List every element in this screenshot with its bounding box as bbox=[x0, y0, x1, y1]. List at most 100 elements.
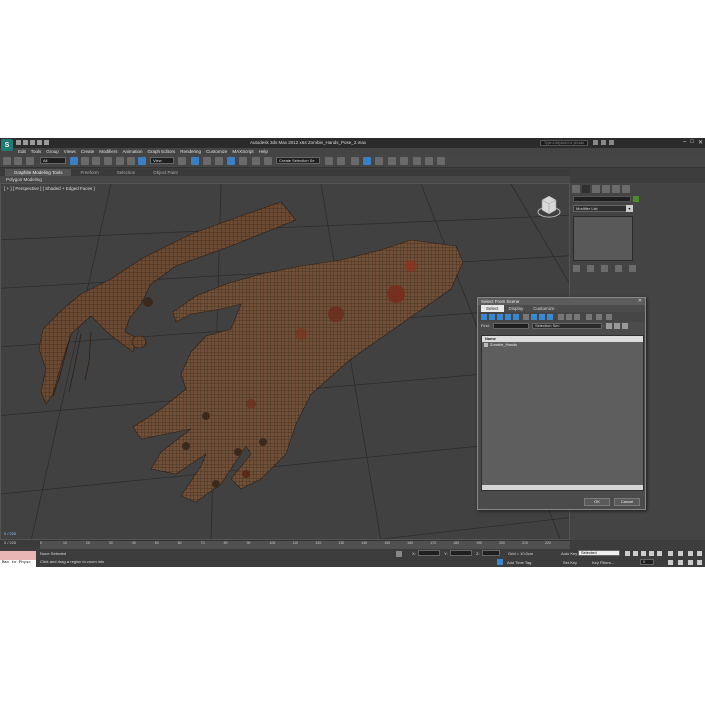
filter-cameras-icon[interactable] bbox=[505, 314, 511, 320]
maximize-button[interactable]: □ bbox=[690, 139, 694, 146]
field-of-view-icon[interactable] bbox=[668, 560, 673, 565]
y-coordinate-field[interactable] bbox=[450, 550, 472, 556]
viewcube-icon[interactable] bbox=[537, 195, 561, 218]
tab-freeform[interactable]: Freeform bbox=[71, 169, 107, 176]
select-by-name-icon[interactable] bbox=[81, 157, 89, 165]
list-item[interactable]: Zombie_Hands bbox=[482, 342, 643, 348]
cancel-button[interactable]: Cancel bbox=[614, 498, 640, 506]
graphite-toggle-icon[interactable] bbox=[363, 157, 371, 165]
snap-icon[interactable] bbox=[203, 157, 211, 165]
find-input[interactable] bbox=[493, 323, 529, 329]
tab-object-paint[interactable]: Object Paint bbox=[144, 169, 187, 176]
filter-shapes-icon[interactable] bbox=[489, 314, 495, 320]
pencil-icon[interactable] bbox=[264, 157, 272, 165]
modifier-stack[interactable] bbox=[573, 216, 633, 261]
ok-button[interactable]: OK bbox=[584, 498, 610, 506]
zoom-extents-icon[interactable] bbox=[688, 551, 693, 556]
object-list[interactable]: Name Zombie_Hands bbox=[481, 335, 644, 491]
utilities-tab-icon[interactable] bbox=[622, 185, 630, 193]
render-icon[interactable] bbox=[437, 157, 445, 165]
next-frame-icon[interactable] bbox=[649, 551, 654, 556]
curve-editor-icon[interactable] bbox=[375, 157, 383, 165]
zoom-icon[interactable] bbox=[668, 551, 673, 556]
render-setup-icon[interactable] bbox=[413, 157, 421, 165]
go-to-start-icon[interactable] bbox=[625, 551, 630, 556]
filter-xrefs-icon[interactable] bbox=[539, 314, 545, 320]
display-tab-icon[interactable] bbox=[612, 185, 620, 193]
selection-set-select[interactable]: Selection Set: bbox=[532, 323, 602, 329]
display-all-icon[interactable] bbox=[558, 314, 564, 320]
time-tag-icon[interactable] bbox=[497, 559, 503, 565]
redo-icon[interactable] bbox=[44, 140, 49, 145]
layer-manager-icon[interactable] bbox=[351, 157, 359, 165]
zoom-all-icon[interactable] bbox=[678, 551, 683, 556]
menu-tools[interactable]: Tools bbox=[31, 149, 42, 154]
close-button[interactable]: ✕ bbox=[698, 139, 703, 146]
motion-tab-icon[interactable] bbox=[602, 185, 610, 193]
previous-frame-icon[interactable] bbox=[633, 551, 638, 556]
app-logo[interactable]: S bbox=[1, 139, 13, 151]
schematic-view-icon[interactable] bbox=[388, 157, 396, 165]
scale-icon[interactable] bbox=[138, 157, 146, 165]
remove-modifier-icon[interactable] bbox=[615, 265, 622, 272]
chevron-down-icon[interactable]: ▾ bbox=[626, 205, 633, 212]
show-end-result-icon[interactable] bbox=[587, 265, 594, 272]
star-icon[interactable] bbox=[601, 140, 606, 145]
current-frame-field[interactable]: 0 bbox=[640, 559, 654, 565]
tab-graphite-modeling[interactable]: Graphite Modeling Tools bbox=[5, 169, 72, 176]
orbit-icon[interactable] bbox=[688, 560, 693, 565]
align-icon[interactable] bbox=[337, 157, 345, 165]
undo-icon[interactable] bbox=[37, 140, 42, 145]
material-editor-icon[interactable] bbox=[400, 157, 408, 165]
lock-selection-icon[interactable] bbox=[396, 551, 402, 557]
filter-lights-icon[interactable] bbox=[497, 314, 503, 320]
zoom-extents-all-icon[interactable] bbox=[697, 551, 702, 556]
key-mode-select[interactable]: Selected bbox=[578, 550, 620, 556]
window-crossing-icon[interactable] bbox=[104, 157, 112, 165]
configure-sets-icon[interactable] bbox=[629, 265, 636, 272]
go-to-end-icon[interactable] bbox=[657, 551, 662, 556]
add-time-tag[interactable]: Add Time Tag bbox=[507, 560, 531, 565]
ref-coord-select[interactable]: View bbox=[150, 157, 174, 164]
maxscript-input[interactable]: Max to Physc bbox=[0, 560, 36, 567]
new-set-icon[interactable] bbox=[606, 323, 612, 329]
search-input[interactable]: Type a keyword or phrase bbox=[540, 140, 588, 146]
paste-set-icon[interactable] bbox=[622, 323, 628, 329]
ribbon-panel-label[interactable]: Polygon Modeling bbox=[0, 176, 570, 183]
named-selection-select[interactable]: Create Selection Se bbox=[276, 157, 320, 164]
filter-bones-icon[interactable] bbox=[547, 314, 553, 320]
rendered-frame-icon[interactable] bbox=[425, 157, 433, 165]
mirror-icon[interactable] bbox=[325, 157, 333, 165]
set-key-label[interactable]: Set Key bbox=[563, 560, 577, 565]
z-coordinate-field[interactable] bbox=[482, 550, 500, 556]
zombie-hand-right[interactable] bbox=[132, 239, 464, 503]
edit-named-selection-icon[interactable] bbox=[252, 157, 260, 165]
select-object-icon[interactable] bbox=[70, 157, 78, 165]
object-name-field[interactable] bbox=[573, 196, 631, 202]
create-tab-icon[interactable] bbox=[572, 185, 580, 193]
menu-customize[interactable]: Customize bbox=[206, 149, 227, 154]
rect-region-icon[interactable] bbox=[92, 157, 100, 165]
filter-groups-icon[interactable] bbox=[531, 314, 537, 320]
new-file-icon[interactable] bbox=[16, 140, 21, 145]
minimize-button[interactable]: – bbox=[683, 139, 686, 146]
dialog-menu-customize[interactable]: Customize bbox=[528, 305, 559, 312]
pin-icon[interactable] bbox=[606, 314, 612, 320]
link-icon[interactable] bbox=[26, 157, 34, 165]
auto-key-label[interactable]: Auto Key bbox=[561, 551, 577, 556]
select-manipulate-icon[interactable] bbox=[191, 157, 199, 165]
x-coordinate-field[interactable] bbox=[418, 550, 440, 556]
maximize-viewport-icon[interactable] bbox=[697, 560, 702, 565]
viewport-label[interactable]: [ + ] [ Perspective ] [ Shaded + Edged F… bbox=[4, 186, 95, 191]
menu-rendering[interactable]: Rendering bbox=[180, 149, 201, 154]
menu-edit[interactable]: Edit bbox=[18, 149, 26, 154]
angle-snap-icon[interactable] bbox=[215, 157, 223, 165]
rotate-icon[interactable] bbox=[127, 157, 135, 165]
open-file-icon[interactable] bbox=[23, 140, 28, 145]
filter-funnel-icon[interactable] bbox=[596, 314, 602, 320]
move-icon[interactable] bbox=[116, 157, 124, 165]
display-none-icon[interactable] bbox=[566, 314, 572, 320]
pivot-icon[interactable] bbox=[178, 157, 186, 165]
pan-icon[interactable] bbox=[678, 560, 683, 565]
menu-modifiers[interactable]: Modifiers bbox=[99, 149, 117, 154]
